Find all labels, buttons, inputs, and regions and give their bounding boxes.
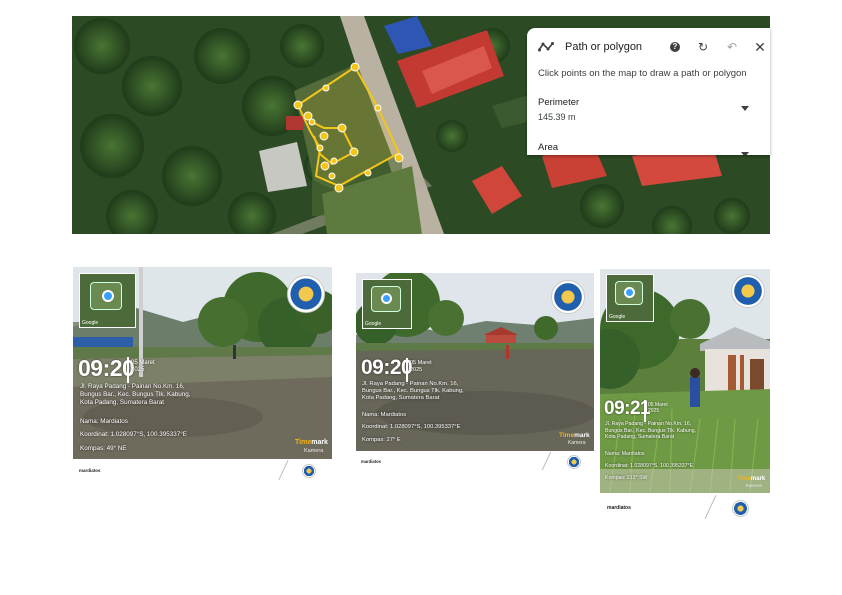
redo-icon[interactable]: ↻ xyxy=(696,40,710,54)
time-divider xyxy=(644,400,646,422)
seal-logo xyxy=(731,274,765,308)
google-label: Google xyxy=(82,320,99,326)
photo-date: 05 Maret 2025 xyxy=(131,360,155,374)
photo-date: 05 Maret 2025 xyxy=(410,360,432,373)
footer-divider xyxy=(541,451,552,471)
panel-hint: Click points on the map to draw a path o… xyxy=(538,68,747,79)
path-icon xyxy=(538,42,554,52)
photo-time: 09:20 xyxy=(78,355,135,381)
photo-footer: mardiatos xyxy=(79,468,101,473)
photo-card-1: Google 09:20 05 Maret 2025 Jl. Raya Padan… xyxy=(73,267,332,482)
undo-icon[interactable]: ↶ xyxy=(725,40,739,54)
mini-map-1: Google xyxy=(79,273,136,328)
perimeter-value: 145.39 m xyxy=(538,112,576,122)
photo-name: Nama: Mardiatos xyxy=(80,418,128,425)
footer-divider xyxy=(704,495,717,519)
field-photo-1: Google 09:20 05 Maret 2025 Jl. Raya Padan… xyxy=(73,267,332,459)
mini-map-3: Google xyxy=(606,274,654,322)
footer-seal-logo xyxy=(732,500,749,517)
photo-address: Jl. Raya Padang - Painan No.Km. 16, Bung… xyxy=(80,383,191,406)
photo-compass: Kompas: 213° SW xyxy=(605,475,648,481)
photo-name: Nama: Mardiatos xyxy=(362,412,407,418)
field-photo-2: Google 09:20 05 Maret 2025 Jl. Raya Padan… xyxy=(356,273,594,451)
photo-address: Jl. Raya Padang - Painan No.Km. 16, Bung… xyxy=(362,381,464,402)
footer-divider xyxy=(278,459,289,481)
photo-footer: mardiatos xyxy=(361,459,382,464)
panel-title: Path or polygon xyxy=(565,41,643,53)
photo-date: 05 Maret 2025 xyxy=(648,402,668,414)
photo-time: 09:20 xyxy=(361,356,413,379)
timemark-brand: Timemark xyxy=(737,476,766,482)
seal-logo xyxy=(551,280,585,314)
seal-logo xyxy=(287,275,325,313)
photo-footer: mardiatos xyxy=(607,505,631,511)
mini-map-2: Google xyxy=(362,279,412,329)
time-divider xyxy=(127,357,129,383)
photo-card-3: Google 09:21 05 Maret 2025 Jl. Raya Padan… xyxy=(600,269,770,522)
perimeter-dropdown-icon[interactable] xyxy=(741,106,749,111)
time-divider xyxy=(406,358,408,382)
footer-seal-logo xyxy=(567,455,581,469)
kamera-label: Kamera xyxy=(304,448,324,454)
photo-name: Nama: Mardiatos xyxy=(605,451,645,457)
photo-coords: Koordinat: 1.028097°S, 100.395337°E xyxy=(605,463,694,469)
photo-address: Jl. Raya Padang - Painan No.Km. 16, Bung… xyxy=(605,421,697,440)
timemark-brand: Timemark xyxy=(295,439,328,446)
panel-header: Path or polygon ? ↻ ↶ ✕ xyxy=(527,28,770,66)
path-polygon-panel: Path or polygon ? ↻ ↶ ✕ Click points on … xyxy=(527,28,770,155)
photo-coords: Koordinat: 1.028097°S, 100.395337°E xyxy=(80,431,187,438)
google-label: Google xyxy=(609,314,626,320)
area-dropdown-icon[interactable] xyxy=(741,152,749,155)
timemark-brand: Timemark xyxy=(559,432,590,439)
photo-compass: Kompas: 27° E xyxy=(362,437,401,443)
photo-card-2: Google 09:20 05 Maret 2025 Jl. Raya Padan… xyxy=(356,273,594,473)
area-label: Area xyxy=(538,142,559,153)
google-label: Google xyxy=(365,321,382,327)
kamera-label: Kamera xyxy=(568,440,586,446)
close-icon[interactable]: ✕ xyxy=(753,40,767,54)
kamera-label: Kamera xyxy=(746,483,762,488)
photo-coords: Koordinat: 1.028097°S, 100.395337°E xyxy=(362,424,461,430)
perimeter-label: Perimeter xyxy=(538,97,580,108)
help-icon[interactable]: ? xyxy=(670,42,680,52)
photo-compass: Kompas: 49° NE xyxy=(80,445,127,452)
field-photo-3: Google 09:21 05 Maret 2025 Jl. Raya Padan… xyxy=(600,269,770,493)
footer-seal-logo xyxy=(302,464,316,478)
